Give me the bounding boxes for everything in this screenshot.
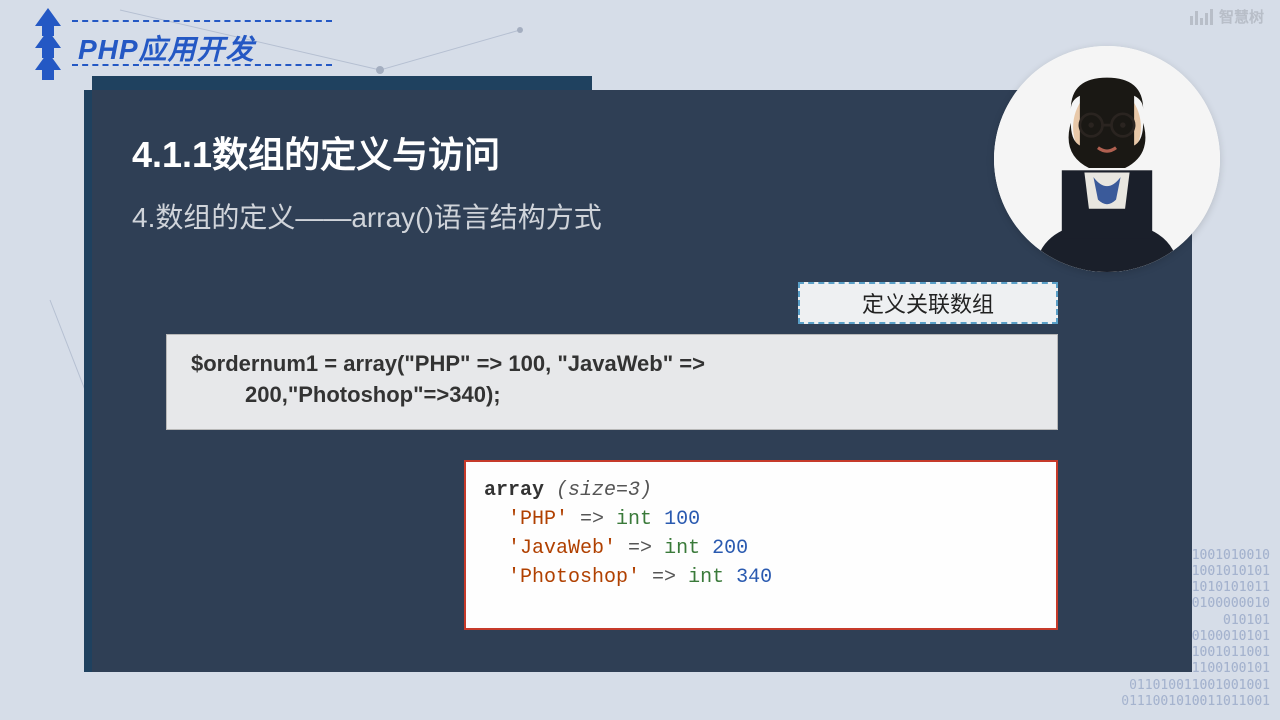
output-value: 200	[712, 537, 748, 560]
decorative-arrows	[35, 8, 61, 80]
logo-text: 智慧树	[1219, 6, 1264, 27]
output-key: 'JavaWeb'	[508, 537, 616, 560]
output-value: 100	[664, 508, 700, 531]
course-title: PHP应用开发	[78, 28, 255, 68]
slide-edge-decoration	[84, 90, 92, 672]
output-type: int	[688, 566, 724, 589]
arrow-up-icon	[35, 52, 61, 80]
section-subtitle: 4.数组的定义——array()语言结构方式	[132, 196, 602, 236]
output-type: int	[664, 537, 700, 560]
output-size: (size=3)	[556, 479, 652, 502]
code-line-1: $ordernum1 = array("PHP" => 100, "JavaWe…	[191, 349, 1033, 380]
output-array-keyword: array	[484, 479, 544, 502]
output-type: int	[616, 508, 652, 531]
header-rule-bottom	[72, 64, 332, 66]
output-key: 'Photoshop'	[508, 566, 640, 589]
section-title: 4.1.1数组的定义与访问	[132, 126, 500, 178]
logo-bars-icon	[1190, 9, 1213, 25]
header-rule-top	[72, 20, 332, 22]
slide-tab-decoration	[92, 76, 592, 90]
code-line-2: 200,"Photoshop"=>340);	[191, 380, 1033, 411]
output-key: 'PHP'	[508, 508, 568, 531]
output-value: 340	[736, 566, 772, 589]
associative-array-label: 定义关联数组	[798, 282, 1058, 324]
person-icon	[994, 46, 1220, 272]
output-dump: array (size=3) 'PHP' => int 100 'JavaWeb…	[464, 460, 1058, 630]
instructor-photo	[994, 46, 1220, 272]
code-example: $ordernum1 = array("PHP" => 100, "JavaWe…	[166, 334, 1058, 430]
platform-logo: 智慧树	[1190, 6, 1264, 27]
